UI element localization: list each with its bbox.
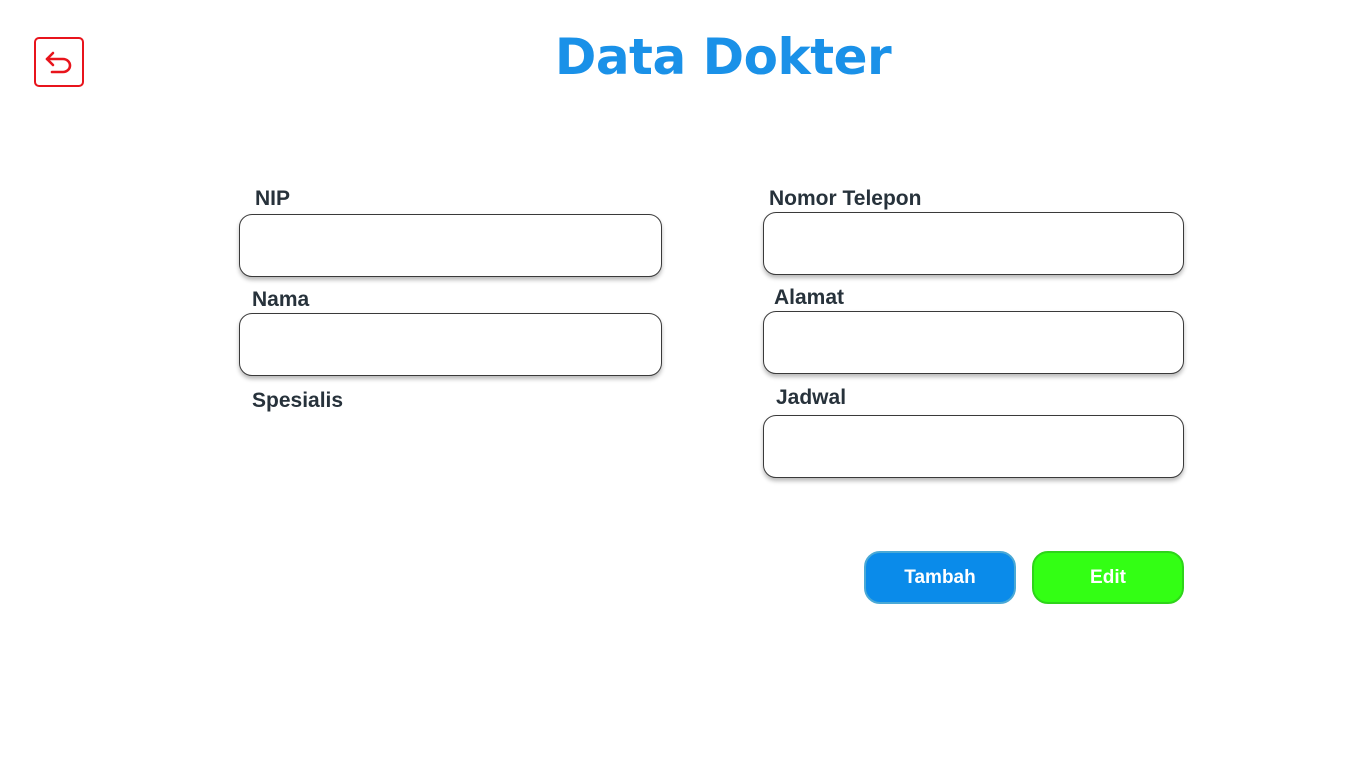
nomor-telepon-input[interactable] [763, 212, 1184, 275]
nomor-telepon-label: Nomor Telepon [769, 187, 922, 210]
tambah-button[interactable]: Tambah [864, 551, 1016, 604]
data-dokter-page: Data Dokter NIP Nama Spesialis Nomor Tel… [0, 0, 1366, 768]
edit-button[interactable]: Edit [1032, 551, 1184, 604]
alamat-label: Alamat [774, 286, 845, 309]
jadwal-input[interactable] [763, 415, 1184, 478]
nip-label: NIP [255, 187, 291, 210]
nip-input[interactable] [239, 214, 662, 277]
page-title: Data Dokter [554, 28, 892, 86]
spesialis-label: Spesialis [252, 389, 344, 412]
alamat-input[interactable] [763, 311, 1184, 374]
nama-input[interactable] [239, 313, 662, 376]
nama-label: Nama [252, 288, 310, 311]
jadwal-label: Jadwal [776, 386, 847, 409]
